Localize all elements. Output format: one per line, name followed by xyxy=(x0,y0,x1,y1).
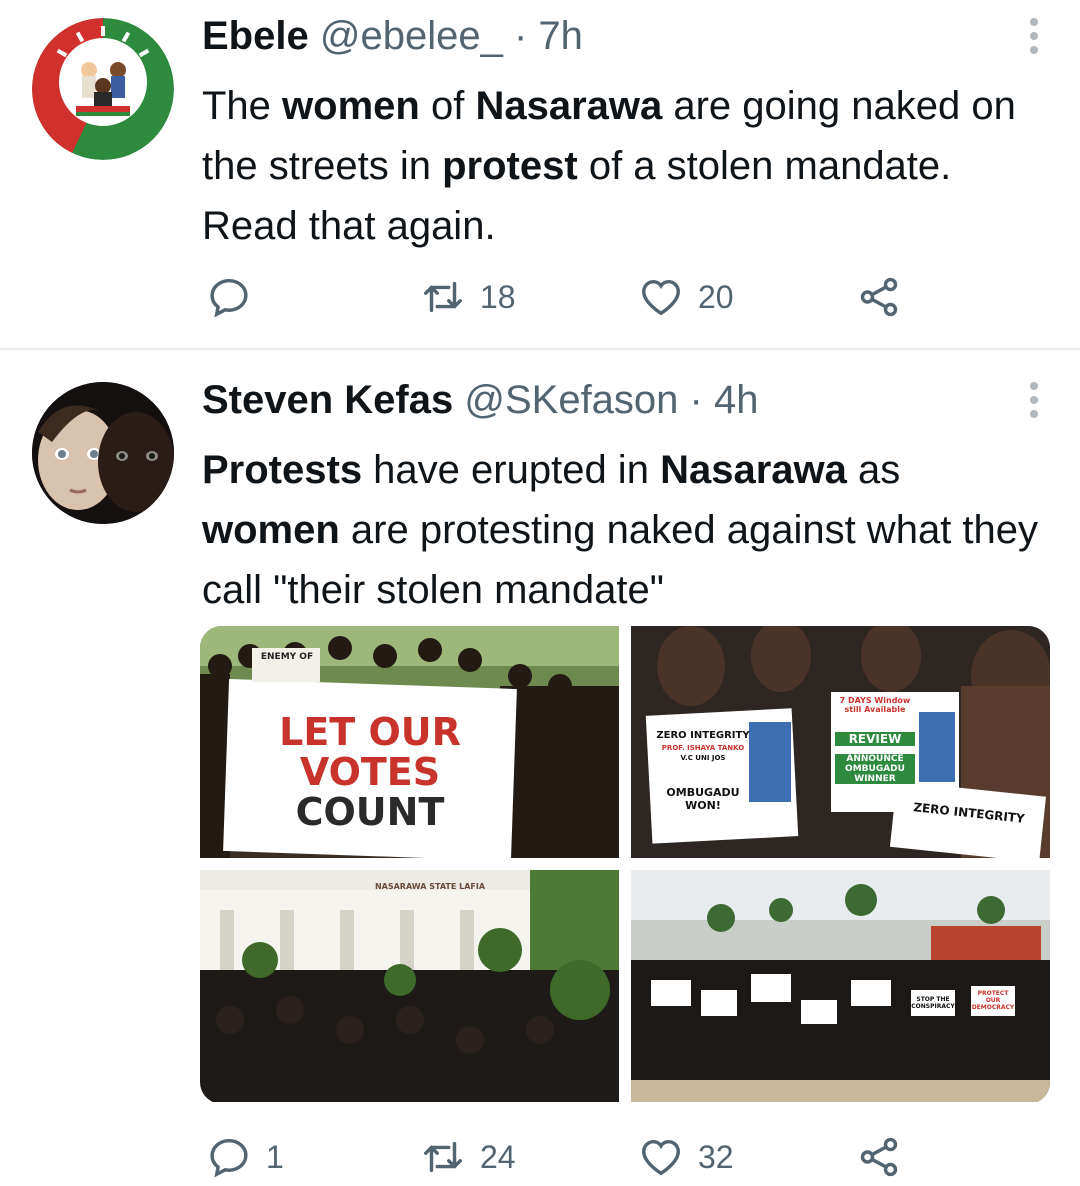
like-button[interactable]: 20 xyxy=(638,272,734,322)
author-handle[interactable]: @SKefason xyxy=(464,378,678,422)
building-sign-text: NASARAWA STATE LAFIA xyxy=(374,882,486,891)
reply-count: 1 xyxy=(266,1138,284,1175)
text-bold-segment: protest xyxy=(442,144,578,188)
retweet-count: 24 xyxy=(480,1138,516,1175)
media-photo-1[interactable]: ENEMY OF LET OUR VOTES COUNT xyxy=(200,626,619,858)
avatar[interactable] xyxy=(32,382,174,524)
avatar-photo xyxy=(32,382,174,524)
retweet-icon xyxy=(424,1141,462,1173)
author-name[interactable]: Ebele xyxy=(202,14,309,58)
tweet-text: Protests have erupted in Nasarawa as wom… xyxy=(202,440,1042,620)
avatar[interactable] xyxy=(32,18,174,160)
more-options-icon[interactable] xyxy=(1026,382,1042,418)
separator-dot: · xyxy=(689,378,703,422)
retweet-button[interactable]: 24 xyxy=(420,1132,516,1182)
tweet-text: The women of Nasarawa are going naked on… xyxy=(202,76,1042,256)
photo-4-scene xyxy=(631,870,1050,1102)
author-name[interactable]: Steven Kefas xyxy=(202,378,453,422)
text-segment: have erupted in xyxy=(362,448,661,492)
like-count: 20 xyxy=(698,278,734,315)
sign-text: ENEMY OF xyxy=(260,652,314,662)
reply-icon xyxy=(210,278,248,318)
sign-text: COUNT xyxy=(295,790,445,834)
sign-text: 7 DAYS Window still Available xyxy=(839,696,911,714)
author-handle[interactable]: @ebelee_ xyxy=(320,14,503,58)
retweet-count: 18 xyxy=(480,278,516,315)
sign-text: V.C UNI JOS xyxy=(680,754,726,762)
sign-text: PROF. ISHAYA TANKO xyxy=(661,744,745,752)
separator-dot: · xyxy=(513,14,528,58)
tweet-time[interactable]: 4h xyxy=(714,378,759,422)
tweet-header: Ebele @ebelee_ · 7h xyxy=(202,14,1042,58)
retweet-button[interactable]: 18 xyxy=(420,272,516,322)
sign-text: PROTECT OUR DEMOCRACY xyxy=(971,990,1015,1011)
sign-text: REVIEW xyxy=(835,732,915,746)
tweet-media-grid: ENEMY OF LET OUR VOTES COUNT ZERO INTEGR… xyxy=(200,626,1050,1104)
text-bold-segment: Nasarawa xyxy=(660,448,847,492)
sign-text: LET OUR xyxy=(279,710,461,754)
like-count: 32 xyxy=(698,1138,734,1175)
text-bold-segment: Nasarawa xyxy=(475,84,663,128)
media-photo-4[interactable]: PROTECT OUR DEMOCRACY STOP THE CONSPIRAC… xyxy=(631,870,1050,1102)
tweet-body: Ebele @ebelee_ · 7h The women of Nasaraw… xyxy=(202,14,1042,256)
tweet-1[interactable]: Ebele @ebelee_ · 7h The women of Nasaraw… xyxy=(0,0,1080,348)
tweet-time[interactable]: 7h xyxy=(538,14,583,58)
tweet-actions: 18 20 xyxy=(202,272,922,322)
text-segment: as xyxy=(846,448,901,492)
sign-text: ZERO INTEGRITY xyxy=(656,730,750,741)
reply-button[interactable]: 1 xyxy=(206,1132,284,1182)
share-button[interactable] xyxy=(856,272,902,322)
share-icon xyxy=(860,1137,898,1177)
text-segment: of xyxy=(419,84,476,128)
heart-icon xyxy=(642,1139,680,1176)
heart-icon xyxy=(642,279,680,316)
reply-icon xyxy=(210,1138,248,1178)
reply-button[interactable] xyxy=(206,272,266,322)
sign-text: VOTES xyxy=(299,750,441,794)
text-bold-segment: women xyxy=(202,508,340,552)
tweet-header: Steven Kefas @SKefason · 4h xyxy=(202,378,1042,422)
media-photo-3[interactable]: NASARAWA STATE LAFIA xyxy=(200,870,619,1102)
tweet-actions: 1 24 32 xyxy=(202,1132,922,1182)
tweet-body: Steven Kefas @SKefason · 4h Protests hav… xyxy=(202,378,1042,620)
sign-text: STOP THE CONSPIRACY xyxy=(911,996,955,1010)
sign-text: OMBUGADU WON! xyxy=(666,786,740,812)
share-button[interactable] xyxy=(856,1132,902,1182)
sign-text: ANNOUNCE OMBUGADU WINNER xyxy=(835,754,915,784)
more-options-icon[interactable] xyxy=(1026,18,1042,54)
retweet-icon xyxy=(424,281,462,313)
media-photo-2[interactable]: ZERO INTEGRITY PROF. ISHAYA TANKO V.C UN… xyxy=(631,626,1050,858)
photo-3-scene xyxy=(200,870,619,1102)
text-bold-segment: women xyxy=(282,84,420,128)
party-logo-icon xyxy=(32,18,174,160)
text-segment: The xyxy=(202,84,283,128)
text-bold-segment: Protests xyxy=(202,448,363,492)
like-button[interactable]: 32 xyxy=(638,1132,734,1182)
share-icon xyxy=(860,277,898,317)
